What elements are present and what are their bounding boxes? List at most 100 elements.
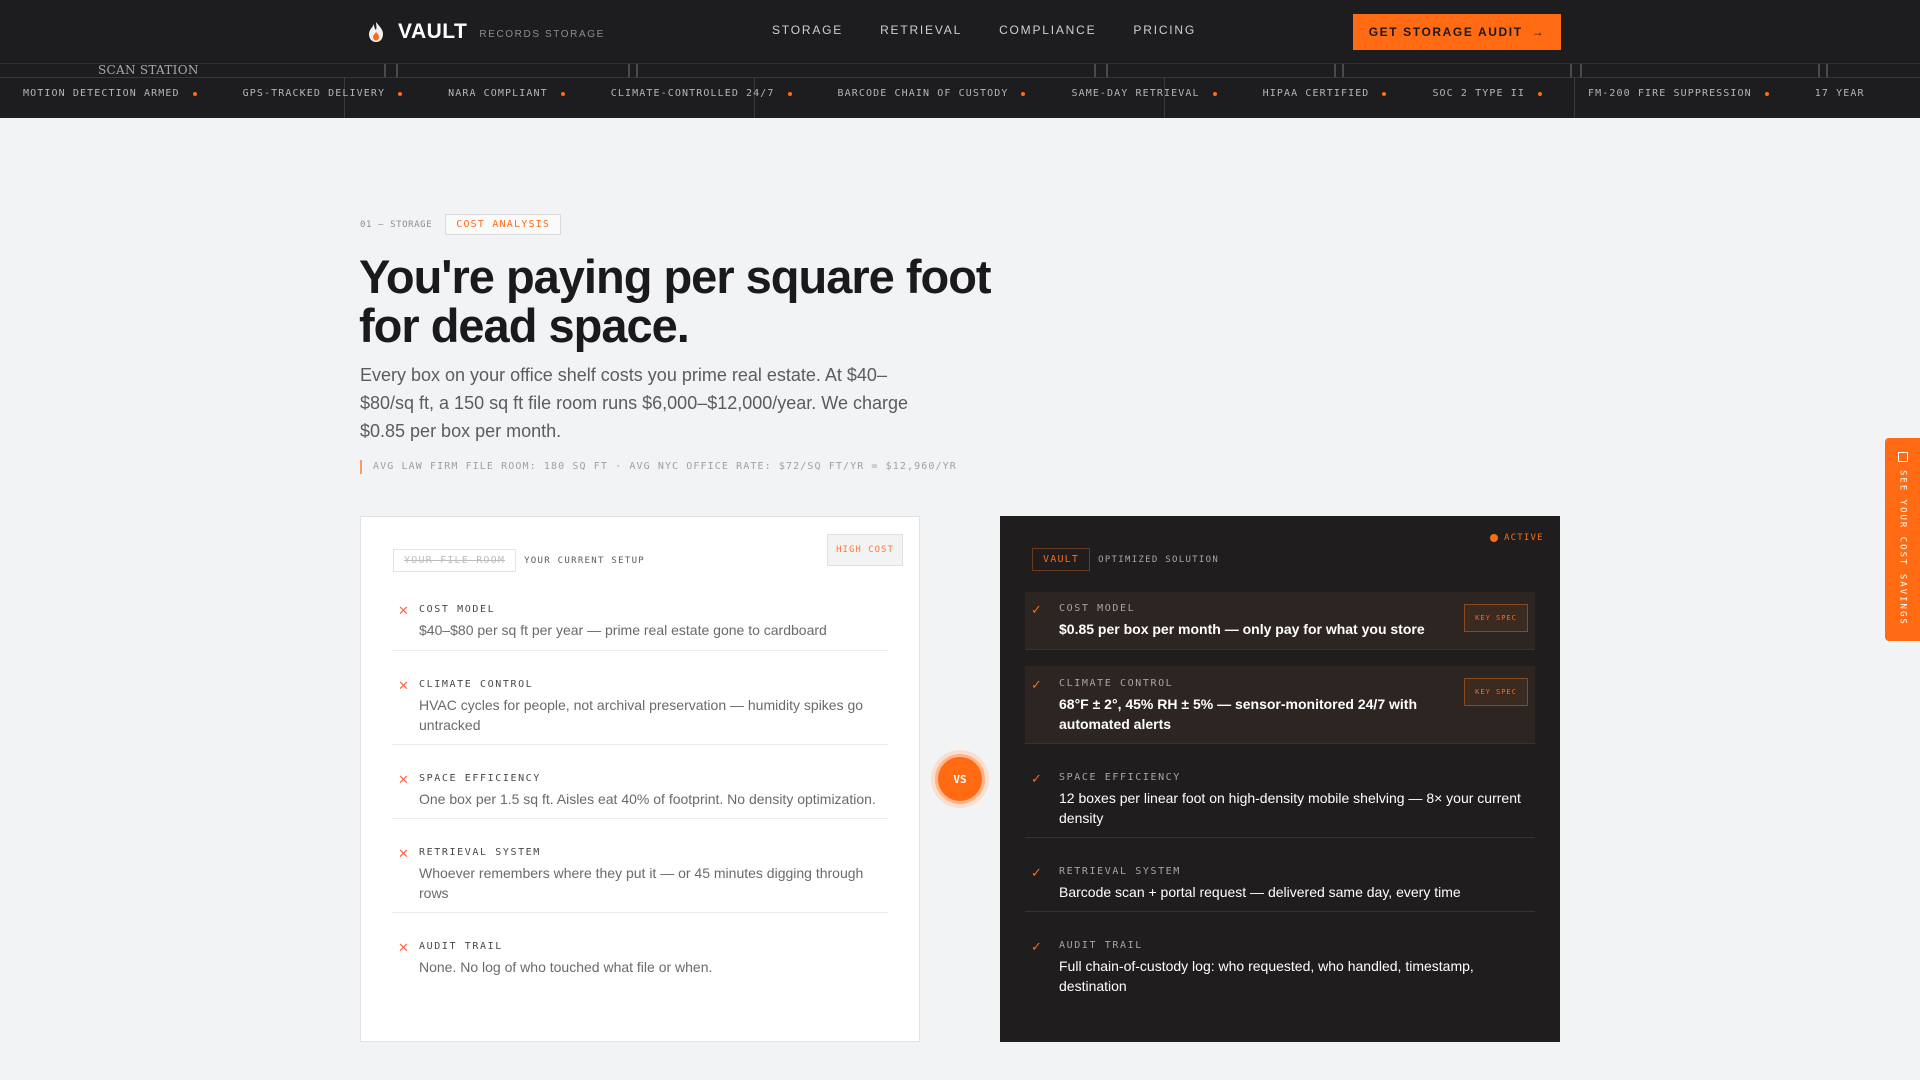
- high-cost-badge: HIGH COST: [827, 534, 903, 566]
- logo-text: VAULT: [398, 20, 468, 43]
- nav-link-pricing[interactable]: PRICING: [1133, 23, 1196, 37]
- ticker-item: MOTION DETECTION ARMED: [0, 88, 220, 99]
- scan-tick: [1580, 64, 1582, 77]
- ticker-text: HIPAA CERTIFIED: [1262, 88, 1370, 99]
- cost-savings-side-tab[interactable]: SEE YOUR COST SAVINGS: [1885, 438, 1920, 641]
- row-value: None. No log of who touched what file or…: [419, 959, 713, 975]
- row-label: SPACE EFFICIENCY: [419, 773, 541, 784]
- nav-link-storage[interactable]: STORAGE: [772, 23, 843, 37]
- check-icon: ✓: [1031, 677, 1042, 692]
- flame-logo-icon: [369, 22, 383, 42]
- scan-tick: [1342, 64, 1344, 77]
- card-header: VAULT OPTIMIZED SOLUTION: [1032, 548, 1219, 571]
- vs-badge: VS: [935, 754, 985, 804]
- ticker-text: GPS-TRACKED DELIVERY: [242, 88, 386, 99]
- vault-solution-card: VAULT OPTIMIZED SOLUTION ACTIVE ✓ COST M…: [1000, 516, 1560, 1042]
- comparison-row: ✓ AUDIT TRAIL Full chain-of-custody log:…: [1025, 912, 1535, 1006]
- card-subtitle: YOUR CURRENT SETUP: [524, 555, 646, 566]
- ticker-text: SOC 2 TYPE II: [1432, 88, 1526, 99]
- top-nav: VAULT RECORDS STORAGE STORAGE RETRIEVAL …: [0, 0, 1920, 64]
- ticker-row: MOTION DETECTION ARMED GPS-TRACKED DELIV…: [0, 88, 1888, 99]
- check-icon: ✓: [1031, 939, 1042, 954]
- row-label: AUDIT TRAIL: [1059, 940, 1143, 951]
- dot-icon: [787, 91, 792, 96]
- scan-tick: [636, 64, 638, 77]
- row-label: CLIMATE CONTROL: [1059, 678, 1174, 689]
- row-value: 12 boxes per linear foot on high-density…: [1059, 790, 1521, 826]
- check-icon: ✓: [1031, 771, 1042, 786]
- section-eyebrow: 01 — STORAGE COST ANALYSIS: [360, 214, 562, 235]
- ticker-item: FM-200 FIRE SUPPRESSION: [1565, 88, 1792, 99]
- page-title: You're paying per square foot for dead s…: [359, 252, 1079, 350]
- x-icon: ✕: [398, 603, 409, 618]
- card-header: YOUR FILE ROOM YOUR CURRENT SETUP: [393, 549, 645, 572]
- row-value: One box per 1.5 sq ft. Aisles eat 40% of…: [419, 791, 876, 807]
- row-label: RETRIEVAL SYSTEM: [1059, 866, 1181, 877]
- lead-paragraph: Every box on your office shelf costs you…: [360, 365, 909, 441]
- x-icon: ✕: [398, 678, 409, 693]
- side-tab-label: SEE YOUR COST SAVINGS: [1897, 470, 1908, 626]
- scan-tick: [1106, 64, 1108, 77]
- ticker-item: CLIMATE-CONTROLLED 24/7: [588, 88, 815, 99]
- x-icon: ✕: [398, 940, 409, 955]
- current-setup-card: YOUR FILE ROOM YOUR CURRENT SETUP HIGH C…: [360, 516, 920, 1042]
- ticker-item: HIPAA CERTIFIED: [1240, 88, 1410, 99]
- comparison-row: ✕ CLIMATE CONTROL HVAC cycles for people…: [392, 651, 888, 745]
- x-icon: ✕: [398, 772, 409, 787]
- get-storage-audit-button[interactable]: GET STORAGE AUDIT →: [1353, 14, 1561, 50]
- comparison-row: ✕ RETRIEVAL SYSTEM Whoever remembers whe…: [392, 819, 888, 913]
- comparison-row: ✕ SPACE EFFICIENCY One box per 1.5 sq ft…: [392, 745, 888, 819]
- scan-tick: [628, 64, 630, 77]
- check-icon: ✓: [1031, 865, 1042, 880]
- nav-links: STORAGE RETRIEVAL COMPLIANCE PRICING: [772, 23, 1196, 37]
- row-value: $40–$80 per sq ft per year — prime real …: [419, 622, 827, 638]
- cta-label: GET STORAGE AUDIT: [1368, 25, 1523, 39]
- row-value: HVAC cycles for people, not archival pre…: [419, 697, 864, 733]
- ticker-text: NARA COMPLIANT: [448, 88, 548, 99]
- dot-icon: [1538, 91, 1543, 96]
- scan-tick: [396, 64, 398, 77]
- key-spec-badge: KEY SPEC: [1464, 678, 1528, 706]
- ticker-text: FM-200 FIRE SUPPRESSION: [1588, 88, 1752, 99]
- logo-subtitle: RECORDS STORAGE: [479, 29, 605, 40]
- comparison-row: ✓ SPACE EFFICIENCY 12 boxes per linear f…: [1025, 744, 1535, 838]
- row-label: SPACE EFFICIENCY: [1059, 772, 1181, 783]
- nav-link-compliance[interactable]: COMPLIANCE: [999, 23, 1096, 37]
- row-label: AUDIT TRAIL: [419, 941, 503, 952]
- x-icon: ✕: [398, 846, 409, 861]
- stat-callout: AVG LAW FIRM FILE ROOM: 180 SQ FT · AVG …: [360, 460, 957, 474]
- scan-tick: [384, 64, 386, 77]
- card-subtitle: OPTIMIZED SOLUTION: [1098, 554, 1220, 565]
- dot-icon: [192, 91, 197, 96]
- comparison-row: ✓ COST MODEL $0.85 per box per month — o…: [1025, 592, 1535, 650]
- comparison-row: ✓ CLIMATE CONTROL 68°F ± 2°, 45% RH ± 5%…: [1025, 666, 1535, 744]
- title-line-1: You're paying per square foot: [359, 250, 992, 303]
- row-value: $0.85 per box per month — only pay for w…: [1059, 621, 1425, 637]
- scan-tick: [1094, 64, 1096, 77]
- ticker-item: BARCODE CHAIN OF CUSTODY: [815, 88, 1049, 99]
- logo[interactable]: VAULT RECORDS STORAGE: [366, 20, 605, 44]
- ticker-item: 17 YEAR: [1792, 88, 1888, 99]
- scan-tick: [1826, 64, 1828, 77]
- scan-line: [0, 77, 1920, 78]
- title-line-2: for dead space.: [359, 299, 690, 352]
- key-spec-badge: KEY SPEC: [1464, 604, 1528, 632]
- feature-ticker: SCAN STATION MOTION DETECTION ARMED GPS-…: [0, 64, 1920, 118]
- active-label: ACTIVE: [1504, 533, 1544, 543]
- nav-link-retrieval[interactable]: RETRIEVAL: [880, 23, 962, 37]
- check-icon: ✓: [1031, 602, 1042, 617]
- active-dot-icon: [1490, 534, 1498, 542]
- ticker-item: NARA COMPLIANT: [425, 88, 588, 99]
- dot-icon: [398, 91, 403, 96]
- row-label: RETRIEVAL SYSTEM: [419, 847, 541, 858]
- arrow-right-icon: →: [1531, 25, 1546, 39]
- ticker-text: SAME-DAY RETRIEVAL: [1071, 88, 1200, 99]
- active-status: ACTIVE: [1490, 533, 1544, 543]
- scan-station-label: SCAN STATION: [98, 64, 199, 77]
- row-value: 68°F ± 2°, 45% RH ± 5% — sensor-monitore…: [1059, 696, 1417, 732]
- row-label: CLIMATE CONTROL: [419, 679, 534, 690]
- ticker-item: SAME-DAY RETRIEVAL: [1048, 88, 1239, 99]
- ticker-text: 17 YEAR: [1814, 88, 1865, 99]
- scan-tick: [1334, 64, 1336, 77]
- ticker-item: SOC 2 TYPE II: [1409, 88, 1565, 99]
